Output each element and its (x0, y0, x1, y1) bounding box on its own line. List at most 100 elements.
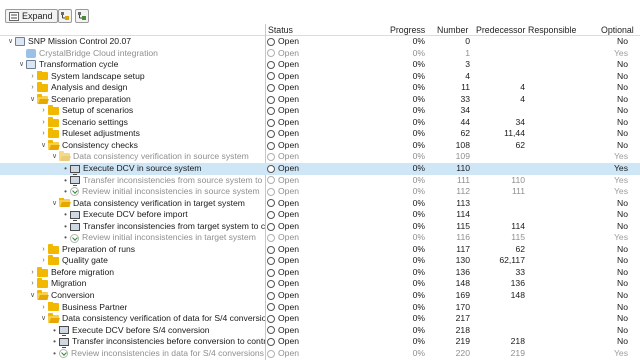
table-row[interactable]: • Execute DCV in source system Open 0% 110 Ye… (0, 163, 640, 175)
table-row[interactable]: › Ruleset adjustments Open 0% 62 11,44 No (0, 128, 640, 140)
column-optional[interactable]: Optional (601, 25, 634, 35)
status-cell[interactable]: Open (267, 94, 377, 106)
table-row[interactable]: › Quality gate Open 0% 130 62,117 No (0, 255, 640, 267)
table-row[interactable]: CrystalBridge Cloud integration Open 0% 1 Ye… (0, 48, 640, 60)
column-status[interactable]: Status (268, 25, 293, 35)
task-name-cell[interactable]: › Preparation of runs (0, 243, 265, 256)
status-cell[interactable]: Open (267, 348, 377, 360)
status-cell[interactable]: Open (267, 175, 377, 187)
table-row[interactable]: • Transfer inconsistencies from source sy… (0, 175, 640, 187)
status-cell[interactable]: Open (267, 232, 377, 244)
status-cell[interactable]: Open (267, 117, 377, 129)
status-cell[interactable]: Open (267, 221, 377, 233)
chevron-right-icon[interactable]: › (28, 82, 37, 94)
status-cell[interactable]: Open (267, 186, 377, 198)
status-cell[interactable]: Open (267, 302, 377, 314)
chevron-right-icon[interactable]: › (39, 255, 48, 267)
task-name-cell[interactable]: ∨ Scenario preparation (0, 93, 265, 106)
status-cell[interactable]: Open (267, 255, 377, 267)
column-predecessor[interactable]: Predecessor (476, 25, 525, 35)
status-cell[interactable]: Open (267, 128, 377, 140)
table-row[interactable]: • Review inconsistencies in data for S/4 … (0, 348, 640, 360)
table-row[interactable]: › System landscape setup Open 0% 4 No (0, 70, 640, 83)
table-row[interactable]: ∨ Conversion Open 0% 169 148 No (0, 290, 640, 302)
table-row[interactable]: › Preparation of runs Open 0% 117 62 No (0, 243, 640, 256)
status-cell[interactable]: Open (267, 313, 377, 325)
table-row[interactable]: • Transfer inconsistencies before convers… (0, 336, 640, 348)
task-name-cell[interactable]: ∨ SNP Mission Control 20.07 (0, 36, 265, 48)
status-cell[interactable]: Open (267, 290, 377, 302)
status-cell[interactable]: Open (267, 48, 377, 60)
status-cell[interactable]: Open (267, 278, 377, 290)
table-row[interactable]: ∨ Transformation cycle Open 0% 3 No (0, 59, 640, 71)
task-name-cell[interactable]: • Transfer inconsistencies from source sy… (0, 175, 265, 187)
chevron-right-icon[interactable]: › (39, 128, 48, 140)
table-row[interactable]: • Transfer inconsistencies from target sy… (0, 221, 640, 233)
chevron-down-icon[interactable]: ∨ (28, 94, 37, 106)
task-name-cell[interactable]: › Migration (0, 278, 265, 290)
chevron-down-icon[interactable]: ∨ (17, 59, 26, 71)
task-name-cell[interactable]: › Setup of scenarios (0, 105, 265, 117)
task-name-cell[interactable]: › System landscape setup (0, 70, 265, 83)
task-name-cell[interactable]: › Scenario settings (0, 116, 265, 129)
task-name-cell[interactable]: • Execute DCV before S/4 conversion (0, 325, 265, 337)
column-number[interactable]: Number (437, 25, 468, 35)
task-name-cell[interactable]: ∨ Transformation cycle (0, 59, 265, 71)
task-name-cell[interactable]: • Execute DCV in source system (0, 163, 265, 175)
column-responsible[interactable]: Responsible (528, 25, 576, 35)
chevron-right-icon[interactable]: › (39, 105, 48, 117)
task-name-cell[interactable]: • Review initial inconsistencies in sourc… (0, 186, 265, 198)
table-row[interactable]: • Execute DCV before import Open 0% 114 No (0, 209, 640, 221)
table-row[interactable]: ∨ Data consistency verification in source… (0, 151, 640, 163)
chevron-down-icon[interactable]: ∨ (6, 36, 15, 48)
status-cell[interactable]: Open (267, 105, 377, 117)
chevron-right-icon[interactable]: › (28, 267, 37, 279)
task-name-cell[interactable]: ∨ Data consistency verification in target… (0, 197, 265, 210)
chevron-right-icon[interactable]: › (39, 244, 48, 256)
task-name-cell[interactable]: ∨ Consistency checks (0, 139, 265, 152)
chevron-right-icon[interactable]: › (28, 71, 37, 83)
chevron-right-icon[interactable]: › (39, 117, 48, 129)
task-name-cell[interactable]: ∨ Data consistency verification in source… (0, 151, 265, 163)
chevron-down-icon[interactable]: ∨ (39, 313, 48, 325)
expand-button[interactable]: Expand (5, 9, 58, 23)
status-cell[interactable]: Open (267, 267, 377, 279)
table-row[interactable]: ∨ Consistency checks Open 0% 108 62 No (0, 139, 640, 152)
status-cell[interactable]: Open (267, 82, 377, 94)
chevron-down-icon[interactable]: ∨ (28, 290, 37, 302)
chevron-right-icon[interactable]: › (39, 302, 48, 314)
table-row[interactable]: › Migration Open 0% 148 136 No (0, 278, 640, 290)
chevron-down-icon[interactable]: ∨ (39, 140, 48, 152)
table-row[interactable]: • Execute DCV before S/4 conversion Open 0%… (0, 325, 640, 337)
status-cell[interactable]: Open (267, 244, 377, 256)
table-row[interactable]: › Scenario settings Open 0% 44 34 No (0, 116, 640, 129)
status-cell[interactable]: Open (267, 140, 377, 152)
status-cell[interactable]: Open (267, 151, 377, 163)
table-row[interactable]: › Business Partner Open 0% 170 No (0, 301, 640, 314)
status-cell[interactable]: Open (267, 71, 377, 83)
table-row[interactable]: › Analysis and design Open 0% 11 4 No (0, 82, 640, 94)
table-row[interactable]: › Setup of scenarios Open 0% 34 No (0, 105, 640, 117)
chevron-down-icon[interactable]: ∨ (50, 198, 59, 210)
status-cell[interactable]: Open (267, 209, 377, 221)
task-name-cell[interactable]: › Before migration (0, 266, 265, 279)
task-name-cell[interactable]: › Quality gate (0, 255, 265, 267)
column-progress[interactable]: Progress (390, 25, 425, 35)
status-cell[interactable]: Open (267, 336, 377, 348)
task-name-cell[interactable]: CrystalBridge Cloud integration (0, 48, 265, 60)
table-row[interactable]: ∨ Data consistency verification of data f… (0, 313, 640, 325)
task-name-cell[interactable]: › Business Partner (0, 301, 265, 314)
table-row[interactable]: ∨ Data consistency verification in target… (0, 197, 640, 210)
task-name-cell[interactable]: • Review inconsistencies in data for S/4 … (0, 348, 265, 360)
table-row[interactable]: ∨ SNP Mission Control 20.07 Open 0% 0 No (0, 36, 640, 48)
task-name-cell[interactable]: • Transfer inconsistencies before convers… (0, 336, 265, 348)
task-name-cell[interactable]: › Ruleset adjustments (0, 128, 265, 140)
table-row[interactable]: • Review initial inconsistencies in sourc… (0, 186, 640, 198)
tree-expand-button[interactable] (58, 9, 72, 23)
task-name-cell[interactable]: • Review initial inconsistencies in targe… (0, 232, 265, 244)
status-cell[interactable]: Open (267, 163, 377, 175)
task-name-cell[interactable]: • Transfer inconsistencies from target sy… (0, 221, 265, 233)
status-cell[interactable]: Open (267, 36, 377, 48)
status-cell[interactable]: Open (267, 198, 377, 210)
status-cell[interactable]: Open (267, 59, 377, 71)
